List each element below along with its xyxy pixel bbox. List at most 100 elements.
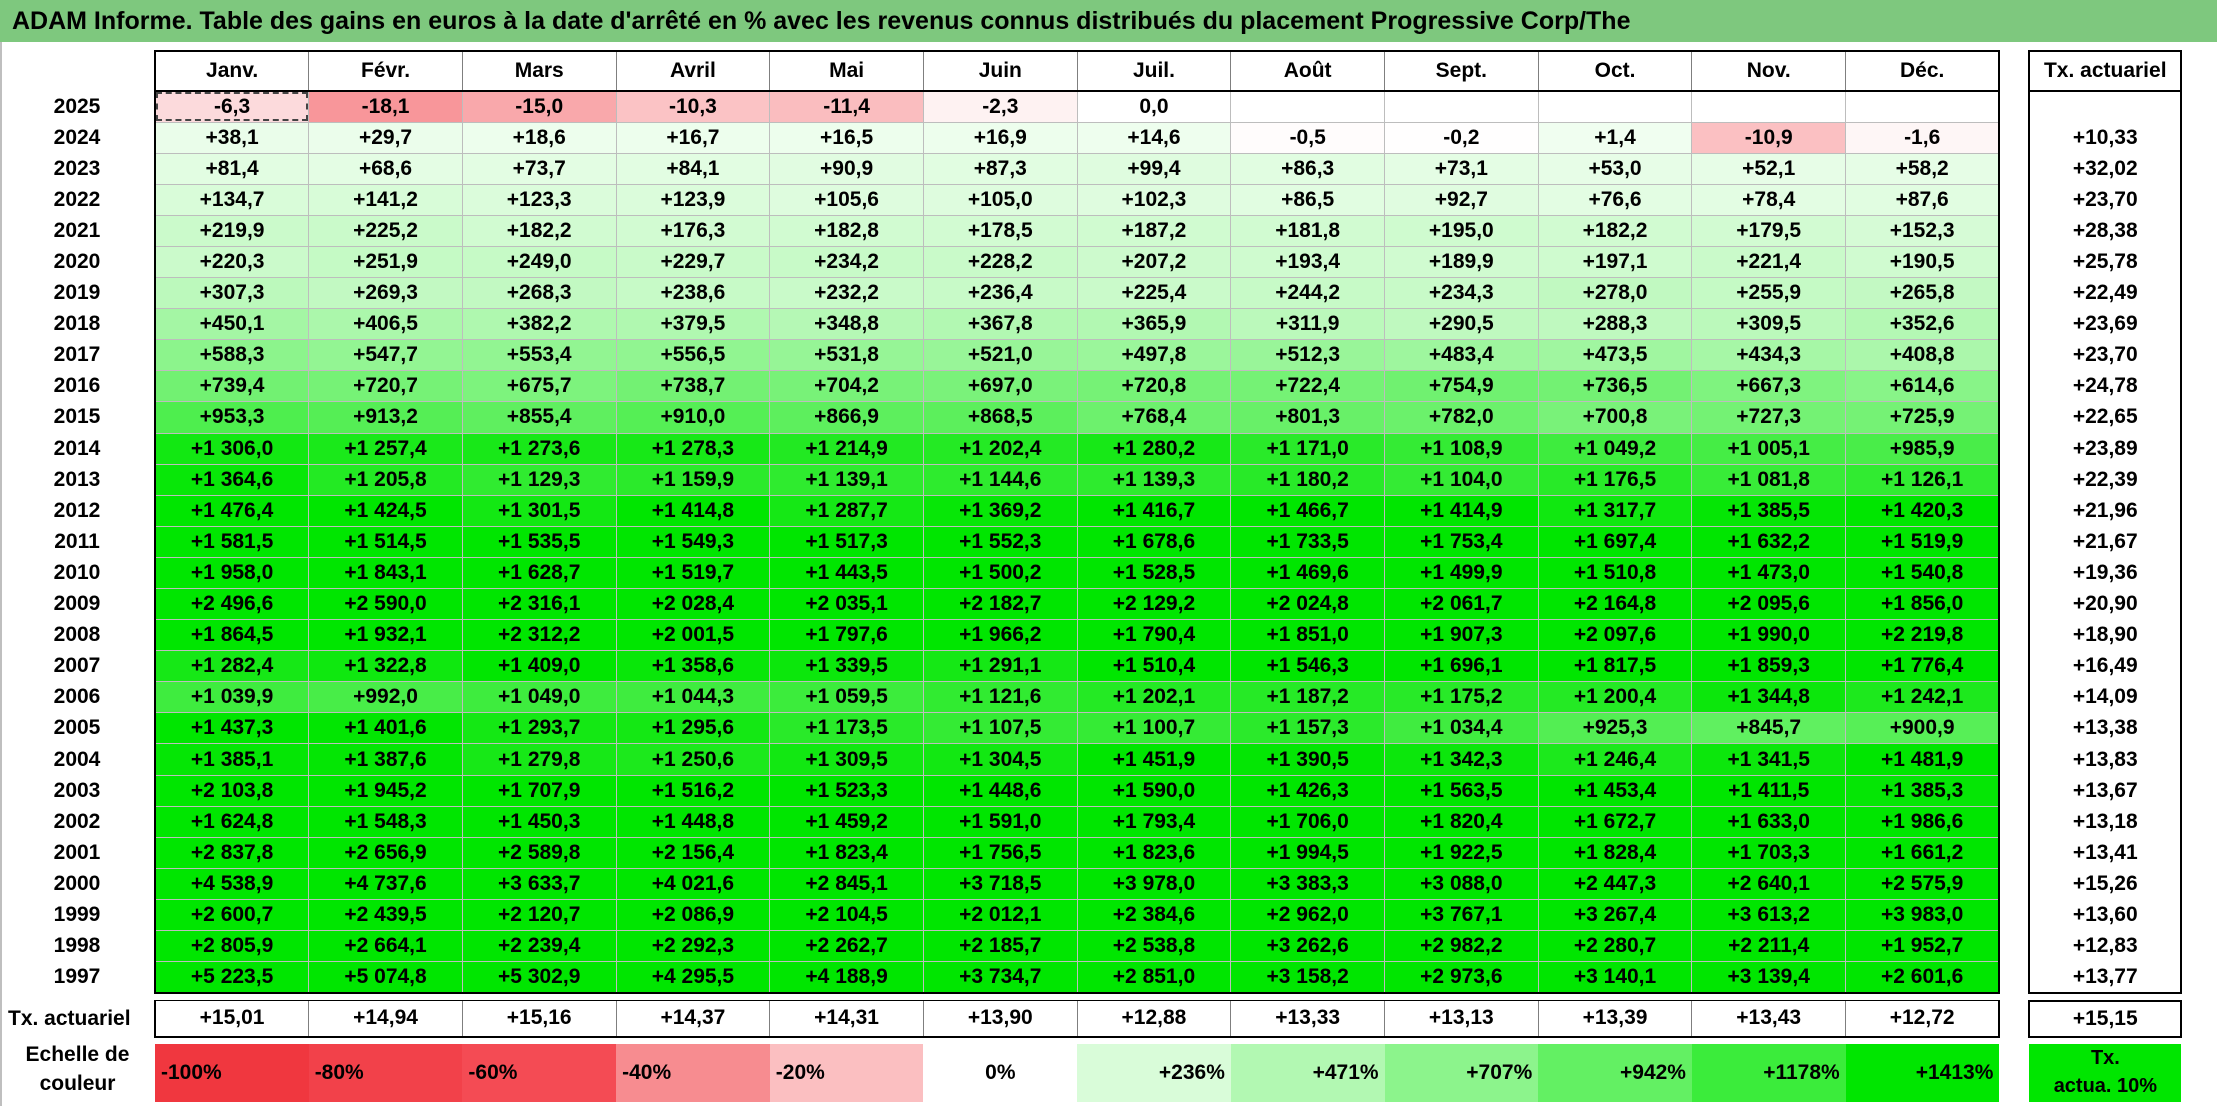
gain-cell: +255,9 (1691, 277, 1846, 310)
rate-cell: +22,49 (2028, 277, 2183, 309)
color-scale-rate-swatch: Tx. actua. 10% (2029, 1044, 2182, 1102)
gain-cell: -6,3 (154, 91, 309, 123)
gain-cell: +2 164,8 (1537, 588, 1692, 621)
gain-cell: +1 278,3 (615, 433, 770, 465)
gain-cell: +1 932,1 (308, 619, 463, 652)
column-gap (1999, 309, 2029, 340)
gain-cell: +1 287,7 (769, 495, 924, 527)
color-scale-swatch: +471% (1230, 1044, 1385, 1102)
color-scale-swatch: +236% (1077, 1044, 1231, 1102)
gain-cell: +1 369,2 (922, 495, 1078, 527)
gain-cell: +2 656,9 (308, 837, 463, 869)
gain-cell: +1 540,8 (1845, 557, 2001, 590)
gain-cell: -10,3 (615, 91, 770, 123)
gain-cell: +268,3 (461, 277, 617, 310)
rate-cell: +13,67 (2028, 775, 2183, 807)
gain-cell: +1 703,3 (1691, 837, 1846, 869)
gain-cell: +182,2 (1537, 215, 1692, 247)
gain-cell: +4 295,5 (615, 961, 770, 994)
table-row: 2010 +1 958,0 +1 843,1 +1 628,7 +1 519,7 +1 4… (0, 557, 2183, 590)
month-header: Avril (615, 50, 771, 92)
gain-cell: +1 776,4 (1845, 650, 2001, 683)
gain-cell: +251,9 (308, 246, 463, 279)
gain-cell: +1 966,2 (922, 619, 1078, 652)
gain-cell: +190,5 (1845, 246, 2001, 279)
gain-cell: +1 034,4 (1384, 712, 1539, 745)
rate-cell: +22,39 (2028, 464, 2183, 496)
gain-cell: +178,5 (922, 215, 1078, 247)
gain-cell: +1 859,3 (1691, 650, 1846, 683)
gain-cell: +3 267,4 (1537, 899, 1692, 932)
gain-cell: +1 590,0 (1076, 775, 1231, 807)
gain-cell: +5 074,8 (308, 961, 463, 994)
gain-cell: +1 139,1 (769, 464, 924, 496)
gain-cell: +1 516,2 (615, 775, 770, 807)
rate-cell: +10,33 (2028, 122, 2183, 154)
row-gap-cell (616, 993, 770, 1001)
gain-cell: +1 823,4 (769, 837, 924, 869)
column-gap (1999, 682, 2029, 713)
gain-cell: +1 304,5 (922, 743, 1078, 776)
gain-cell: +1 322,8 (308, 650, 463, 683)
gain-cell: +1 416,7 (1076, 495, 1231, 527)
gain-cell: +1 632,2 (1691, 526, 1846, 558)
gain-cell: +14,6 (1076, 122, 1231, 154)
gain-cell: +2 024,8 (1230, 588, 1385, 621)
gain-cell: +667,3 (1691, 370, 1846, 403)
gain-cell: +2 805,9 (154, 930, 309, 963)
color-scale-swatch: 0% (923, 1044, 1078, 1102)
summary-cell: +14,94 (308, 1000, 463, 1038)
table-row: 2020 +220,3 +251,9 +249,0 +229,7 +234,2 +228,2… (0, 246, 2183, 279)
year-label: 1999 (53, 902, 101, 926)
gain-cell: +1 994,5 (1230, 837, 1385, 869)
table-row: 2007 +1 282,4 +1 322,8 +1 409,0 +1 358,6 +1 3… (0, 650, 2183, 683)
rate-cell: +13,60 (2028, 899, 2183, 931)
gain-cell: +68,6 (308, 153, 463, 185)
gain-cell: +278,0 (1537, 277, 1692, 310)
gain-cell: +195,0 (1384, 215, 1539, 247)
gain-cell: +1 528,5 (1076, 557, 1231, 590)
gain-cell: +547,7 (308, 339, 463, 372)
year-label: 2016 (53, 374, 101, 398)
gain-cell: -2,3 (922, 91, 1078, 123)
rate-cell: +15,26 (2028, 868, 2183, 900)
gain-cell: +697,0 (922, 370, 1078, 403)
gain-cell: +73,7 (461, 153, 617, 185)
row-gap-cell (1999, 993, 2029, 1001)
row-gap-cell (1538, 993, 1692, 1001)
gain-cell: +1 443,5 (769, 557, 924, 590)
gain-cell: +2 962,0 (1230, 899, 1385, 932)
summary-cell: +13,43 (1691, 1000, 1846, 1038)
gain-cell: +2 028,4 (615, 588, 770, 621)
gain-cell: +1 282,4 (154, 650, 309, 683)
gain-cell: +1 473,0 (1691, 557, 1846, 590)
gain-cell: +754,9 (1384, 370, 1539, 403)
gain-cell: +2 316,1 (461, 588, 617, 621)
column-gap (1999, 122, 2029, 153)
gain-cell: +3 978,0 (1076, 868, 1231, 900)
gain-cell: +1 291,1 (922, 650, 1078, 683)
rate-cell: +12,83 (2028, 930, 2183, 962)
year-label: 2003 (53, 778, 101, 802)
year-label: 2011 (54, 529, 100, 553)
gain-cell: +1 159,9 (615, 464, 770, 496)
column-gap (1999, 651, 2029, 682)
gain-cell: +3 613,2 (1691, 899, 1846, 932)
gain-cell: +1 049,0 (461, 681, 617, 714)
gain-cell: +1 039,9 (154, 681, 309, 714)
gain-cell: +18,6 (461, 122, 617, 154)
gain-cell: +531,8 (769, 339, 924, 372)
gain-cell: +229,7 (615, 246, 770, 279)
column-gap (1999, 1001, 2029, 1037)
gain-cell: +81,4 (154, 153, 309, 185)
gain-cell: -15,0 (461, 91, 617, 123)
gain-cell: +1 273,6 (461, 433, 617, 465)
gain-cell: +1,4 (1537, 122, 1692, 154)
gain-cell: +311,9 (1230, 308, 1385, 341)
gain-cell: +1 139,3 (1076, 464, 1231, 496)
table-row: 2017 +588,3 +547,7 +553,4 +556,5 +531,8 +521,0… (0, 339, 2183, 372)
gain-cell: +1 820,4 (1384, 806, 1539, 838)
column-gap (1999, 246, 2029, 277)
gain-cell: +1 279,8 (461, 743, 617, 776)
table-row: 2009 +2 496,6 +2 590,0 +2 316,1 +2 028,4 +2 0… (0, 588, 2183, 621)
